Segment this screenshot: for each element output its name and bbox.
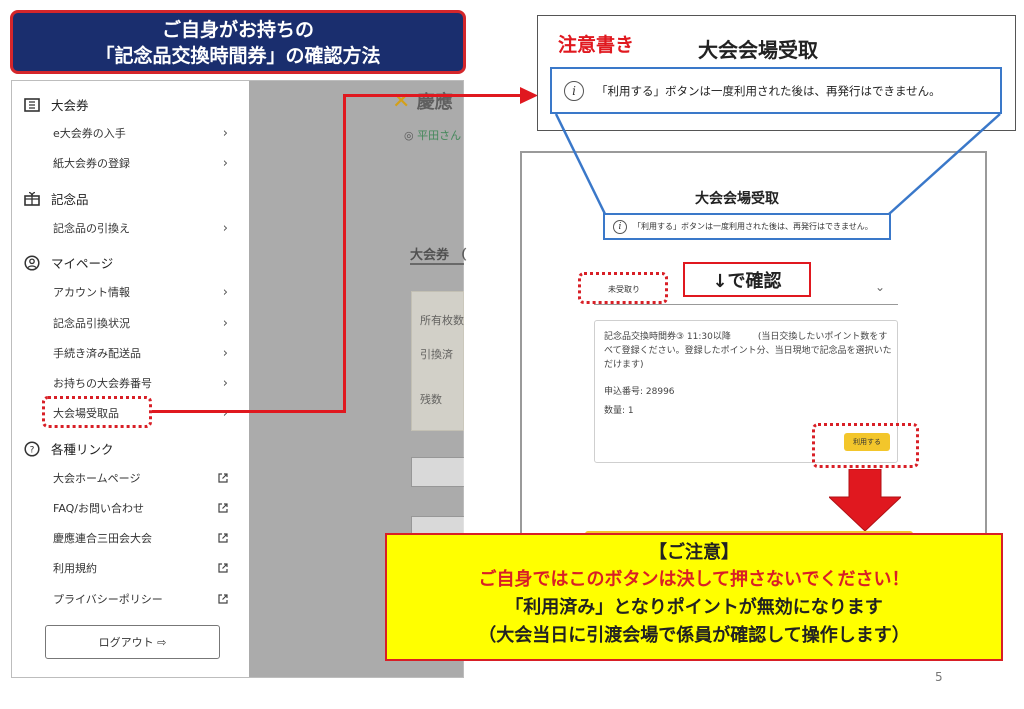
warning-line2: ご自身ではこのボタンは決して押さないでください！ xyxy=(478,569,910,590)
warning-line4: （大会当日に引渡会場で係員が確認して操作します） xyxy=(478,625,910,646)
warning-line3: 「利用済み」となりポイントが無効になります xyxy=(505,597,883,618)
page-number: 5 xyxy=(935,670,943,684)
warning-heading: 【ご注意】 xyxy=(649,542,739,563)
warning-box: 【ご注意】 ご自身ではこのボタンは決して押さないでください！ 「利用済み」となり… xyxy=(385,533,1003,661)
arrow-down-icon xyxy=(829,469,901,531)
